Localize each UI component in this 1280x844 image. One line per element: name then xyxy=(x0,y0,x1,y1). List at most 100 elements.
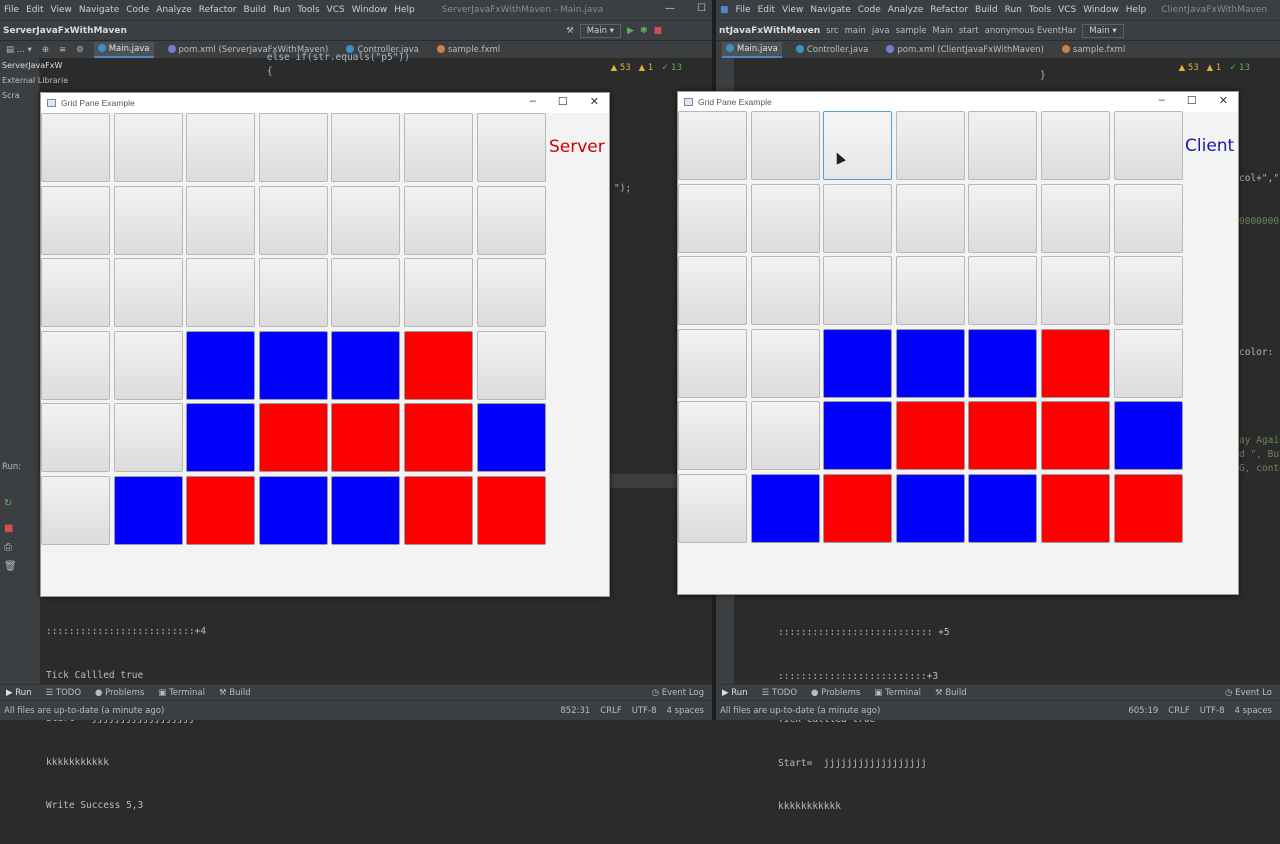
grid-cell-button[interactable] xyxy=(1113,328,1183,398)
menu-navigate[interactable]: Navigate xyxy=(810,5,850,15)
menu-view[interactable]: View xyxy=(782,5,803,15)
collapse-icon[interactable]: ≡ xyxy=(59,45,66,55)
tool-problems[interactable]: ● Problems xyxy=(811,688,860,698)
grid-cell-button[interactable] xyxy=(1113,256,1183,326)
menu-window[interactable]: Window xyxy=(1083,5,1119,15)
grid-cell-button[interactable] xyxy=(750,256,820,326)
grid-cell-button[interactable] xyxy=(41,330,110,400)
grid-cell-button[interactable] xyxy=(476,403,546,473)
tool-todo[interactable]: ☰ TODO xyxy=(762,688,797,698)
grid-cell-button[interactable] xyxy=(750,111,820,180)
menu-run[interactable]: Run xyxy=(1005,5,1022,15)
indent[interactable]: 4 spaces xyxy=(1235,706,1272,716)
project-name[interactable]: ntJavaFxWithMaven xyxy=(719,26,820,36)
grid-cell-button[interactable] xyxy=(968,401,1038,471)
grid-cell-button[interactable] xyxy=(1113,183,1183,253)
maximize-icon[interactable]: ☐ xyxy=(1187,94,1197,107)
grid-cell-button[interactable] xyxy=(331,185,401,255)
tree-item[interactable]: External Librarie xyxy=(0,73,68,88)
grid-cell-button[interactable] xyxy=(113,476,183,545)
menu-navigate[interactable]: Navigate xyxy=(79,5,119,15)
grid-cell-button[interactable] xyxy=(404,476,473,545)
grid-cell-button[interactable] xyxy=(895,401,965,471)
grid-cell-button[interactable] xyxy=(678,183,747,253)
server-titlebar[interactable]: Grid Pane Example – ☐ ✕ xyxy=(41,93,609,113)
menu-edit[interactable]: Edit xyxy=(26,5,43,15)
grid-cell-button[interactable] xyxy=(331,330,401,400)
menu-tools[interactable]: Tools xyxy=(297,5,319,15)
breadcrumb-item[interactable]: main xyxy=(845,26,866,36)
menu-vcs[interactable]: VCS xyxy=(327,5,345,15)
breadcrumb-item[interactable]: src xyxy=(826,26,838,36)
encoding[interactable]: UTF-8 xyxy=(632,706,657,716)
grid-cell-button[interactable] xyxy=(1041,183,1110,253)
grid-cell-button[interactable] xyxy=(1041,111,1110,180)
hammer-icon[interactable]: ⚒ xyxy=(566,26,574,36)
grid-cell-button[interactable] xyxy=(186,330,256,400)
grid-cell-button[interactable] xyxy=(331,258,401,328)
tool-terminal[interactable]: ▣ Terminal xyxy=(158,688,205,698)
grid-cell-button[interactable] xyxy=(1041,256,1110,326)
grid-cell-button[interactable] xyxy=(750,183,820,253)
event-log[interactable]: ◷ Event Lo xyxy=(1225,688,1272,698)
grid-cell-button[interactable] xyxy=(678,401,747,471)
grid-cell-button[interactable] xyxy=(113,330,183,400)
grid-cell-button[interactable] xyxy=(41,185,110,255)
grid-cell-button[interactable] xyxy=(476,185,546,255)
tool-problems[interactable]: ● Problems xyxy=(95,688,144,698)
grid-cell-button[interactable] xyxy=(1041,328,1110,398)
tab-pom-xml[interactable]: pom.xml (ClientJavaFxWithMaven) xyxy=(882,43,1048,57)
grid-cell-button[interactable] xyxy=(113,403,183,473)
maximize-icon[interactable]: ☐ xyxy=(697,3,706,14)
breadcrumb-item[interactable]: sample xyxy=(896,26,927,36)
minimize-icon[interactable]: – xyxy=(1159,94,1165,107)
caret-position[interactable]: 605:19 xyxy=(1128,706,1158,716)
grid-cell-button[interactable] xyxy=(968,111,1038,180)
grid-cell-button[interactable] xyxy=(968,474,1038,543)
grid-cell-button[interactable] xyxy=(258,113,328,182)
grid-cell-button[interactable] xyxy=(404,258,473,328)
grid-cell-button[interactable] xyxy=(678,256,747,326)
grid-cell-button[interactable] xyxy=(823,183,893,253)
grid-cell-button[interactable] xyxy=(186,113,256,182)
run-config-select[interactable]: Main ▾ xyxy=(1082,23,1124,38)
grid-cell-button[interactable] xyxy=(968,328,1038,398)
breadcrumb-item[interactable]: Main xyxy=(933,26,953,36)
grid-cell-button[interactable] xyxy=(331,476,401,545)
client-titlebar[interactable]: Grid Pane Example – ☐ ✕ xyxy=(678,92,1238,112)
maximize-icon[interactable]: ☐ xyxy=(558,95,568,108)
grid-cell-button[interactable] xyxy=(895,183,965,253)
grid-cell-button[interactable] xyxy=(678,474,747,543)
grid-cell-button[interactable] xyxy=(678,328,747,398)
grid-cell-button[interactable] xyxy=(750,328,820,398)
menu-file[interactable]: File xyxy=(4,5,19,15)
grid-cell-button[interactable] xyxy=(678,111,747,180)
grid-cell-button[interactable] xyxy=(750,401,820,471)
tree-item[interactable]: ServerJavaFxW xyxy=(0,58,62,73)
menu-run[interactable]: Run xyxy=(273,5,290,15)
inspection-widget[interactable]: ▲ 53 ▲ 1 ✓ 13 xyxy=(1179,63,1250,73)
grid-cell-button[interactable] xyxy=(186,258,256,328)
grid-cell-button[interactable] xyxy=(404,113,473,182)
tool-build[interactable]: ⚒ Build xyxy=(219,688,251,698)
grid-cell-button[interactable] xyxy=(331,113,401,182)
grid-cell-button[interactable] xyxy=(113,185,183,255)
grid-cell-button[interactable] xyxy=(331,403,401,473)
grid-cell-button[interactable] xyxy=(404,330,473,400)
grid-cell-button[interactable] xyxy=(41,476,110,545)
tab-sample-fxml[interactable]: sample.fxml xyxy=(1058,43,1129,57)
menu-file[interactable]: File xyxy=(736,5,751,15)
grid-cell-button[interactable] xyxy=(1041,474,1110,543)
grid-cell-button[interactable] xyxy=(750,474,820,543)
grid-cell-button[interactable] xyxy=(968,256,1038,326)
grid-cell-button[interactable] xyxy=(1113,401,1183,471)
grid-cell-button[interactable] xyxy=(258,403,328,473)
indent[interactable]: 4 spaces xyxy=(667,706,704,716)
tool-run[interactable]: ▶ Run xyxy=(6,688,32,698)
grid-cell-button[interactable] xyxy=(258,330,328,400)
close-icon[interactable]: ✕ xyxy=(590,95,599,108)
trash-icon[interactable]: 🗑 xyxy=(0,557,40,576)
encoding[interactable]: UTF-8 xyxy=(1200,706,1225,716)
grid-cell-button[interactable] xyxy=(258,476,328,545)
grid-cell-button[interactable] xyxy=(258,258,328,328)
